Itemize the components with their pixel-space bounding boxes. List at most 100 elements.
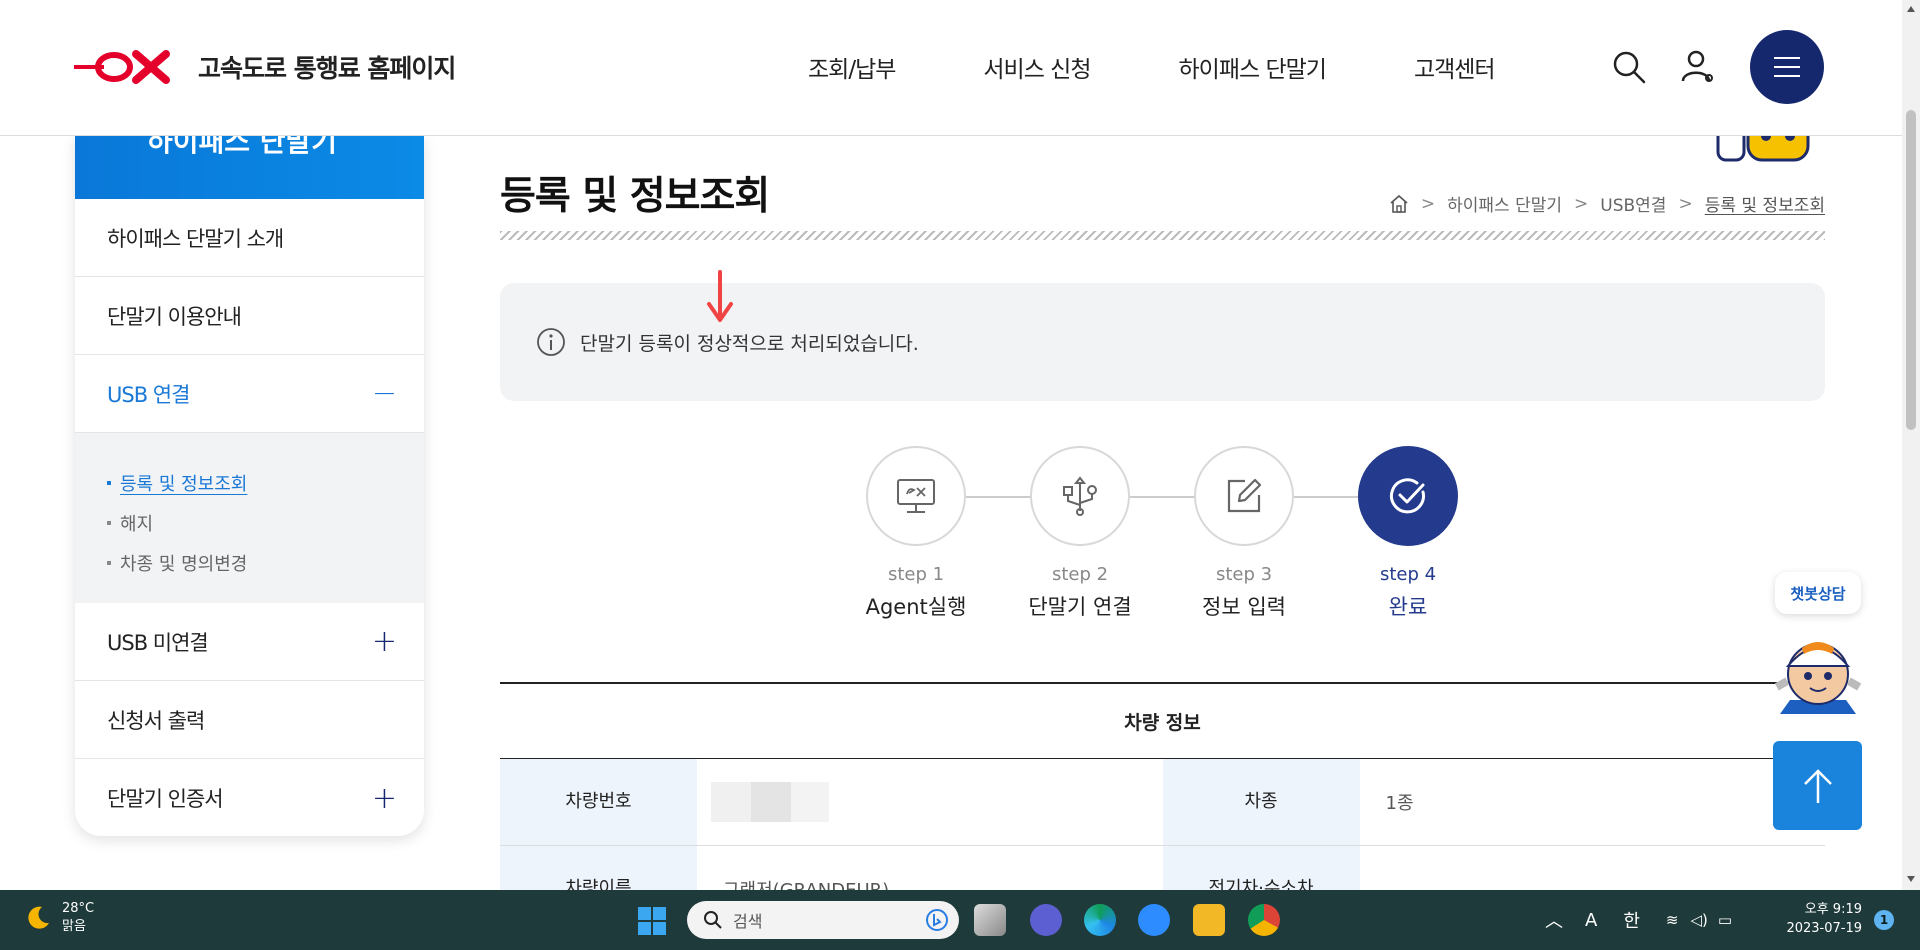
nav-hipass-device[interactable]: 하이패스 단말기 — [1179, 50, 1327, 84]
arrow-down-icon — [707, 270, 733, 322]
step-number: step 2 — [1051, 564, 1109, 585]
expand-icon[interactable]: + — [372, 624, 397, 659]
step-circle — [1358, 446, 1458, 546]
breadcrumb: > 하이패스 단말기 > USB연결 > 등록 및 정보조회 — [1389, 191, 1825, 216]
step-connector — [1130, 496, 1196, 498]
nav-service-apply[interactable]: 서비스 신청 — [983, 50, 1091, 84]
page-scrollbar[interactable] — [1902, 0, 1920, 890]
wifi-icon[interactable]: ≋ — [1666, 911, 1679, 929]
sidebar: 하이패스 단말기 하이패스 단말기 소개 단말기 이용안내 USB 연결 − 등… — [75, 136, 424, 836]
taskbar-search-placeholder: 검색 — [733, 912, 763, 931]
nav-inquiry-payment[interactable]: 조회/납부 — [808, 50, 896, 84]
step-label: 정보 입력 — [1202, 595, 1286, 619]
weather-widget[interactable]: 28°C 맑음 — [24, 900, 94, 935]
scroll-down-icon[interactable] — [1907, 876, 1915, 882]
hamburger-menu-icon[interactable] — [1750, 30, 1824, 104]
submenu-item-cancel[interactable]: 해지 — [107, 503, 424, 543]
breadcrumb-current[interactable]: 등록 및 정보조회 — [1705, 191, 1825, 216]
speaker-icon[interactable]: ◁) — [1690, 911, 1707, 929]
clock-time: 오후 9:19 — [1804, 902, 1862, 917]
breadcrumb-item[interactable]: USB연결 — [1600, 191, 1666, 216]
expand-icon[interactable]: + — [372, 781, 397, 816]
sidebar-item-device-cert[interactable]: 단말기 인증서 + — [75, 759, 424, 836]
title-divider — [500, 231, 1825, 240]
chrome-icon[interactable] — [1248, 904, 1280, 936]
chevron-right-icon: > — [1574, 193, 1589, 214]
scroll-top-button[interactable] — [1773, 741, 1862, 830]
step-2: step 2 단말기 연결 — [1028, 446, 1132, 621]
step-1: step 1 Agent실행 — [866, 446, 966, 621]
collapse-icon[interactable]: − — [372, 376, 397, 411]
step-circle — [866, 446, 966, 546]
site-logo[interactable]: 고속도로 통행료 홈페이지 — [74, 46, 456, 88]
edge-icon[interactable] — [1084, 904, 1116, 936]
sidebar-item-label: 단말기 이용안내 — [107, 304, 242, 329]
nav-customer-center[interactable]: 고객센터 — [1414, 50, 1496, 84]
chevron-right-icon: > — [1420, 193, 1436, 214]
scroll-thumb[interactable] — [1906, 110, 1916, 430]
arrow-up-icon — [1803, 768, 1832, 803]
sidebar-item-label: 신청서 출력 — [107, 708, 205, 733]
bullet-icon — [107, 481, 111, 485]
ex-logo-icon — [74, 50, 170, 84]
bing-icon[interactable] — [925, 908, 949, 932]
table-header-cell: 차종 — [1162, 759, 1360, 845]
monitor-icon — [897, 479, 935, 513]
submenu-item-label: 해지 — [120, 514, 154, 535]
submenu-item-label: 등록 및 정보조회 — [120, 474, 248, 495]
breadcrumb-item[interactable]: 하이패스 단말기 — [1447, 191, 1562, 216]
notice-text: 단말기 등록이 정상적으로 처리되었습니다. — [580, 332, 919, 355]
sidebar-item-usb-disconnected[interactable]: USB 미연결 + — [75, 603, 424, 681]
windows-start-icon[interactable] — [638, 907, 666, 935]
step-circle — [1194, 446, 1294, 546]
sidebar-banner: 하이패스 단말기 — [75, 136, 424, 199]
step-label: Agent실행 — [865, 595, 967, 619]
teams-chat-icon[interactable] — [1030, 904, 1062, 936]
chatbot-mascot-icon[interactable] — [1772, 630, 1864, 716]
submenu-item-label: 차종 및 명의변경 — [120, 554, 248, 575]
battery-icon[interactable]: ▭ — [1718, 911, 1732, 929]
taskbar-search[interactable]: 검색 — [687, 901, 959, 939]
table-row: 차량번호 차종 1종 — [500, 759, 1825, 846]
sidebar-item-device-guide[interactable]: 단말기 이용안내 — [75, 277, 424, 355]
chatbot-button[interactable]: 챗봇상담 — [1775, 572, 1861, 614]
zoom-icon[interactable] — [1138, 904, 1170, 936]
table-cell: 1종 — [1385, 793, 1414, 814]
usb-icon — [1063, 476, 1097, 516]
sidebar-item-label: 단말기 인증서 — [107, 787, 224, 811]
progress-steps: step 1 Agent실행 step 2 단말기 연결 step 3 정보 입… — [866, 446, 1458, 626]
sidebar-submenu: 등록 및 정보조회 해지 차종 및 명의변경 — [75, 433, 424, 603]
submenu-item-change[interactable]: 차종 및 명의변경 — [107, 543, 424, 583]
table-header-cell: 차량번호 — [500, 759, 697, 845]
step-label: 단말기 연결 — [1028, 595, 1132, 619]
bullet-icon — [107, 561, 111, 565]
home-icon[interactable] — [1389, 194, 1409, 214]
user-icon[interactable] — [1678, 48, 1716, 86]
sidebar-item-label: USB 미연결 — [107, 630, 209, 655]
sidebar-item-print-form[interactable]: 신청서 출력 — [75, 681, 424, 759]
file-explorer-icon[interactable] — [1193, 904, 1225, 936]
edit-icon — [1227, 478, 1262, 513]
clock-date: 2023-07-19 — [1786, 920, 1862, 936]
sidebar-item-label: USB 연결 — [107, 382, 190, 407]
task-view-icon[interactable] — [974, 904, 1006, 936]
chevron-up-icon[interactable]: ︿ — [1545, 907, 1563, 933]
step-number: step 3 — [1215, 564, 1273, 585]
ime-mode[interactable]: A — [1585, 910, 1597, 931]
step-number: step 1 — [887, 564, 945, 585]
sidebar-item-usb-connect[interactable]: USB 연결 − — [75, 355, 424, 433]
info-icon — [537, 328, 565, 356]
sidebar-item-hipass-intro[interactable]: 하이패스 단말기 소개 — [75, 199, 424, 277]
search-icon[interactable] — [1610, 48, 1648, 86]
scroll-up-icon[interactable] — [1907, 6, 1915, 12]
taskbar-clock[interactable]: 오후 9:19 2023-07-19 — [1774, 901, 1862, 939]
page-title: 등록 및 정보조회 — [500, 174, 770, 219]
main-nav: 조회/납부 서비스 신청 하이패스 단말기 고객센터 — [808, 50, 1583, 84]
ime-language[interactable]: 한 — [1623, 907, 1640, 933]
submenu-item-register[interactable]: 등록 및 정보조회 — [107, 463, 424, 503]
table-cell-plate — [697, 759, 1163, 845]
notification-badge[interactable]: 1 — [1874, 910, 1894, 930]
step-connector — [966, 496, 1032, 498]
table-title: 차량 정보 — [500, 684, 1825, 759]
notice-box: 단말기 등록이 정상적으로 처리되었습니다. — [500, 283, 1825, 401]
